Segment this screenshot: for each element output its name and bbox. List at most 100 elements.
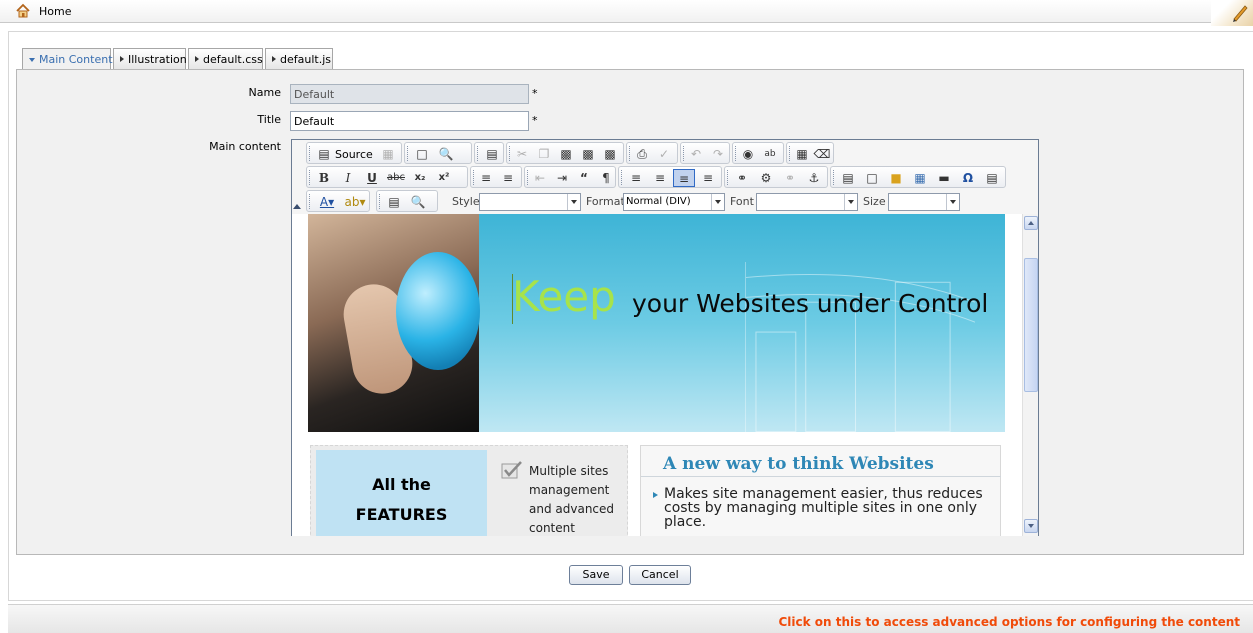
- source-icon[interactable]: ▤: [313, 145, 335, 163]
- home-icon[interactable]: [15, 3, 31, 19]
- align-right-icon[interactable]: ≡: [673, 169, 695, 187]
- globe-image: [396, 252, 480, 370]
- scroll-up-button[interactable]: [1024, 216, 1038, 230]
- paste-word-icon[interactable]: ▩: [599, 145, 621, 163]
- tab-main-content[interactable]: Main Content: [22, 48, 113, 70]
- pencil-icon[interactable]: [1231, 2, 1249, 22]
- strike-button[interactable]: abc: [385, 169, 407, 187]
- new-page-icon[interactable]: □: [411, 145, 433, 163]
- format-select[interactable]: Normal (DIV): [623, 193, 725, 211]
- subscript-button[interactable]: x₂: [409, 169, 431, 187]
- background-color-button[interactable]: ab▾: [341, 193, 369, 211]
- checkbox-icon: [501, 461, 522, 479]
- preview-icon[interactable]: 🔍: [435, 145, 457, 163]
- tab-label: Illustration: [128, 53, 187, 66]
- horizontal-rule-icon[interactable]: ▬: [933, 169, 955, 187]
- numbered-list-icon[interactable]: ≡: [475, 169, 497, 187]
- advanced-options-link[interactable]: Click on this to access advanced options…: [778, 615, 1240, 629]
- paste-text-icon[interactable]: ▩: [577, 145, 599, 163]
- div-container-icon[interactable]: ¶: [595, 169, 617, 187]
- divider: [641, 476, 1001, 477]
- bold-button[interactable]: B: [313, 169, 335, 187]
- footer-bar: Click on this to access advanced options…: [8, 604, 1253, 633]
- title-label: Title: [257, 113, 281, 126]
- print-icon[interactable]: ⎙: [631, 145, 653, 163]
- copy-icon[interactable]: ❐: [533, 145, 555, 163]
- corner-decoration: [1211, 0, 1253, 26]
- chevron-down-icon[interactable]: [567, 194, 580, 210]
- indent-icon[interactable]: ⇥: [551, 169, 573, 187]
- toolbar-group-find: ◉ ab: [732, 142, 784, 164]
- blockquote-icon[interactable]: “: [573, 169, 595, 187]
- chevron-down-icon[interactable]: [844, 194, 857, 210]
- cut-icon[interactable]: ✂: [511, 145, 533, 163]
- tab-illustration[interactable]: Illustration: [113, 48, 187, 69]
- required-mark: *: [532, 114, 538, 127]
- show-blocks-icon[interactable]: 🔍: [407, 193, 429, 211]
- save-button[interactable]: Save: [569, 565, 623, 585]
- link-icon[interactable]: ⚭: [731, 169, 753, 187]
- tab-label: Main Content: [39, 53, 113, 66]
- size-select[interactable]: [888, 193, 960, 211]
- italic-button[interactable]: I: [337, 169, 359, 187]
- source-button[interactable]: Source: [335, 148, 373, 161]
- toolbar-group-colors: A▾ ab▾: [306, 190, 370, 212]
- font-select[interactable]: [756, 193, 858, 211]
- table-icon[interactable]: ▦: [909, 169, 931, 187]
- underline-button[interactable]: U: [361, 169, 383, 187]
- bulleted-list-icon[interactable]: ≡: [497, 169, 519, 187]
- image-icon[interactable]: ▤: [837, 169, 859, 187]
- toolbar-group-history: ↶ ↷: [680, 142, 730, 164]
- name-field[interactable]: [290, 84, 529, 104]
- toolbar-group-tools: ▤ 🔍: [376, 190, 438, 212]
- smiley-box-icon[interactable]: ■: [885, 169, 907, 187]
- chevron-down-icon[interactable]: [711, 194, 724, 210]
- templates-icon[interactable]: ▤: [481, 145, 503, 163]
- cancel-button[interactable]: Cancel: [629, 565, 691, 585]
- align-left-icon[interactable]: ≡: [625, 169, 647, 187]
- editor-content[interactable]: Keep your Websites under Control All the…: [292, 214, 1022, 536]
- page-break-icon[interactable]: ▤: [981, 169, 1003, 187]
- toolbar-group-justify: ≡ ≡ ≡ ≡: [618, 166, 722, 188]
- toolbar-group-clipboard: ✂ ❐ ▩ ▩ ▩: [506, 142, 624, 164]
- scroll-down-button[interactable]: [1024, 519, 1038, 533]
- link-browser-icon[interactable]: ⚙: [755, 169, 777, 187]
- style-select[interactable]: [479, 193, 581, 211]
- text-color-button[interactable]: A▾: [313, 193, 341, 211]
- save-doc-icon[interactable]: ▦: [377, 145, 399, 163]
- chevron-right-icon: [195, 56, 199, 62]
- toolbar-group-insert: ▤ □ ■ ▦ ▬ Ω ▤: [830, 166, 1006, 188]
- special-char-icon[interactable]: Ω: [957, 169, 979, 187]
- replace-icon[interactable]: ab: [759, 145, 781, 163]
- maximize-icon[interactable]: ▤: [383, 193, 405, 211]
- chevron-right-icon: [272, 56, 276, 62]
- select-all-icon[interactable]: ▦: [791, 145, 813, 163]
- remove-format-icon[interactable]: ⌫: [811, 145, 833, 163]
- tab-default-js[interactable]: default.js: [265, 48, 333, 69]
- toolbar-group-templates: ▤: [474, 142, 504, 164]
- anchor-icon[interactable]: ⚓: [803, 169, 825, 187]
- toolbar-group-document: ▤ Source ▦: [306, 142, 402, 164]
- title-field[interactable]: [290, 111, 529, 131]
- unlink-icon[interactable]: ⚭: [779, 169, 801, 187]
- paste-icon[interactable]: ▩: [555, 145, 577, 163]
- spellcheck-icon[interactable]: ✓: [653, 145, 675, 163]
- toolbar-group-page: □ 🔍: [404, 142, 472, 164]
- tab-default-css[interactable]: default.css: [188, 48, 263, 69]
- collapse-toolbar-icon[interactable]: [293, 204, 301, 209]
- banner-image: Keep your Websites under Control: [308, 214, 1005, 432]
- home-link[interactable]: Home: [39, 5, 71, 18]
- vertical-scrollbar[interactable]: [1022, 214, 1038, 536]
- chevron-down-icon[interactable]: [946, 194, 959, 210]
- find-icon[interactable]: ◉: [737, 145, 759, 163]
- font-label: Font: [730, 195, 754, 208]
- scroll-thumb[interactable]: [1024, 258, 1038, 392]
- toolbar-group-print: ⎙ ✓: [626, 142, 678, 164]
- align-center-icon[interactable]: ≡: [649, 169, 671, 187]
- justify-icon[interactable]: ≡: [697, 169, 719, 187]
- flash-icon[interactable]: □: [861, 169, 883, 187]
- redo-icon[interactable]: ↷: [707, 145, 729, 163]
- undo-icon[interactable]: ↶: [685, 145, 707, 163]
- superscript-button[interactable]: x²: [433, 169, 455, 187]
- outdent-icon[interactable]: ⇤: [529, 169, 551, 187]
